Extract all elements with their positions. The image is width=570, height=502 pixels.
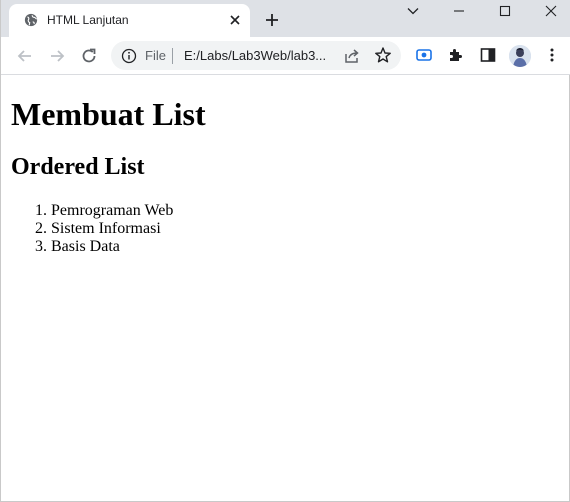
close-icon[interactable]	[227, 12, 243, 28]
avatar[interactable]	[509, 45, 531, 67]
url-text[interactable]: E:/Labs/Lab3Web/lab3...	[184, 48, 326, 63]
tab-strip: HTML Lanjutan	[1, 0, 570, 37]
info-icon[interactable]	[121, 48, 137, 64]
ordered-list: Pemrograman Web Sistem Informasi Basis D…	[11, 202, 173, 256]
url-scheme: File	[145, 48, 166, 63]
tab-search-button[interactable]	[390, 0, 436, 24]
address-bar[interactable]: File E:/Labs/Lab3Web/lab3...	[111, 41, 401, 70]
tab-title: HTML Lanjutan	[47, 13, 129, 27]
address-separator	[172, 48, 173, 64]
more-vertical-icon[interactable]	[543, 46, 561, 64]
arrow-left-icon[interactable]	[15, 46, 35, 66]
side-panel-icon[interactable]	[479, 46, 497, 64]
minimize-icon	[454, 10, 464, 12]
maximize-button[interactable]	[482, 0, 528, 24]
list-item: Basis Data	[51, 238, 173, 256]
maximize-icon	[499, 5, 511, 17]
tab-html-lanjutan[interactable]: HTML Lanjutan	[9, 4, 250, 37]
minimize-button[interactable]	[436, 0, 482, 24]
puzzle-icon[interactable]	[447, 46, 465, 64]
screen-capture-icon[interactable]	[415, 46, 433, 64]
chevron-down-icon	[407, 8, 419, 15]
arrow-right-icon[interactable]	[47, 46, 67, 66]
toolbar: File E:/Labs/Lab3Web/lab3...	[1, 37, 570, 75]
globe-icon	[24, 13, 38, 27]
close-window-button[interactable]	[528, 0, 570, 24]
list-item: Pemrograman Web	[51, 202, 173, 220]
star-icon[interactable]	[374, 46, 392, 64]
list-item: Sistem Informasi	[51, 220, 173, 238]
profile-picture	[509, 45, 531, 67]
share-icon[interactable]	[343, 47, 361, 65]
page-heading: Membuat List	[11, 96, 206, 132]
close-icon	[545, 5, 557, 17]
plus-icon[interactable]	[263, 11, 281, 29]
browser-window: HTML Lanjutan File E:/Labs/Lab3Web/lab3.…	[0, 0, 570, 502]
reload-icon[interactable]	[79, 46, 99, 66]
section-heading: Ordered List	[11, 154, 145, 180]
